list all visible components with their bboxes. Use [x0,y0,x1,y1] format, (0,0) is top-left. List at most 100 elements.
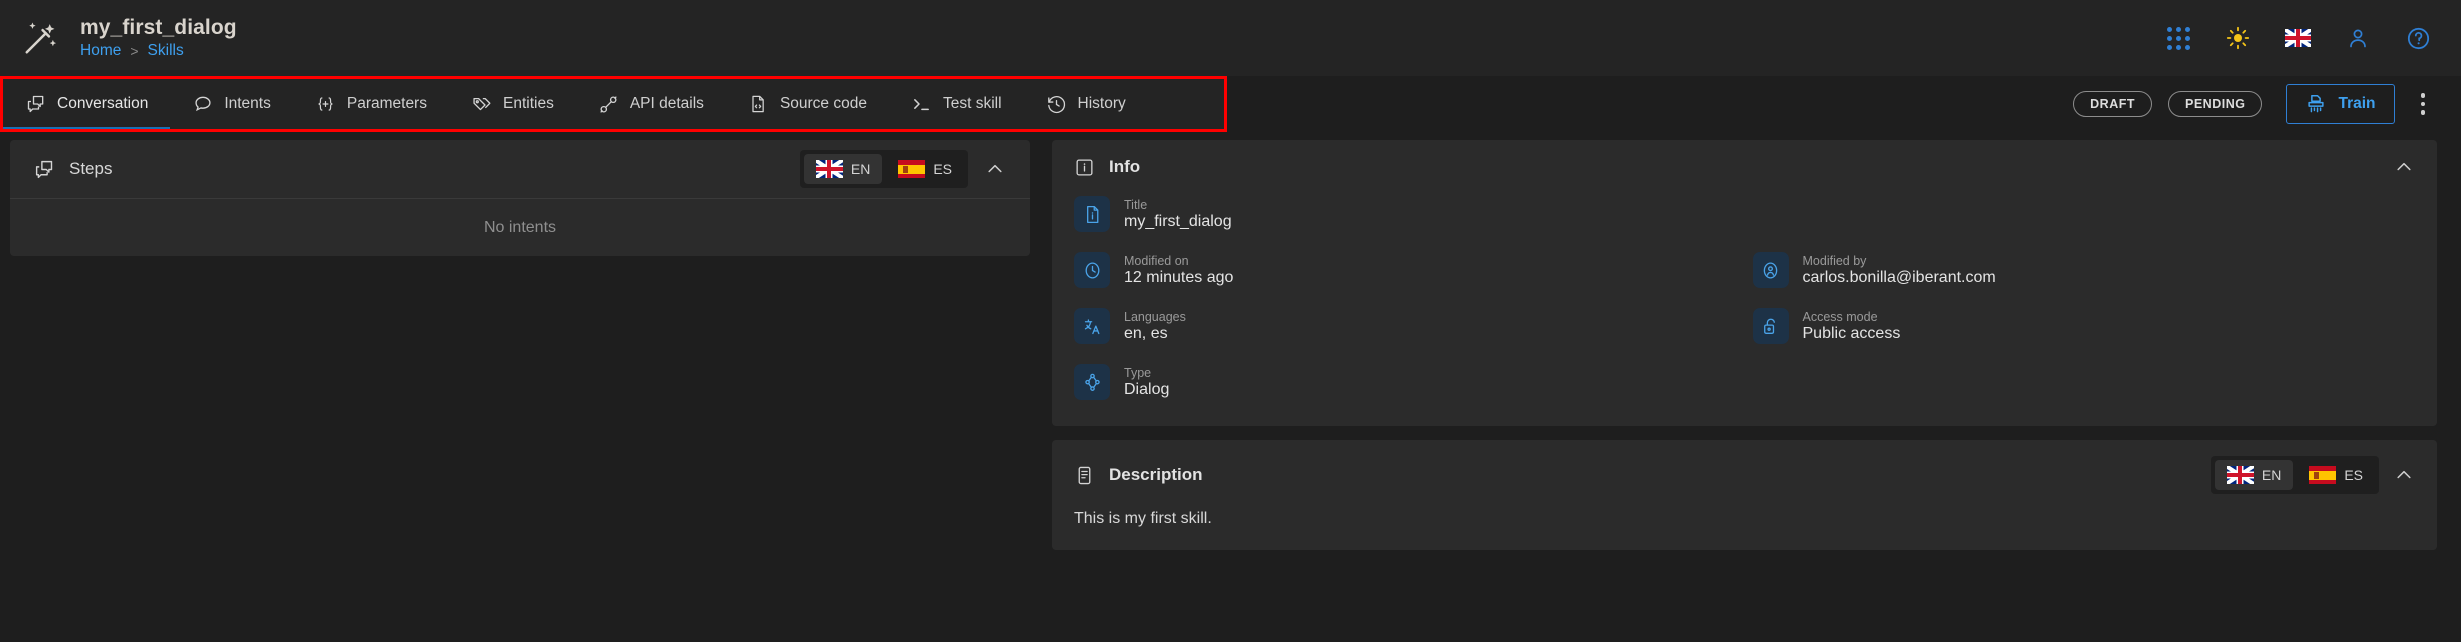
info-field-value: carlos.bonilla@iberant.com [1802,268,1996,286]
user-account-icon[interactable] [2345,25,2371,51]
info-box-icon [1074,157,1095,178]
train-shredder-icon [2305,93,2327,115]
tab-test-skill[interactable]: Test skill [889,79,1024,129]
info-title-group: Info [1074,157,1140,178]
info-collapse-chevron-up-icon[interactable] [2393,156,2415,178]
uk-flag-icon [2226,466,2254,484]
tab-label: Intents [224,95,271,112]
tab-api-details[interactable]: API details [576,79,726,129]
right-column: Info Title my_first_dialog Modified on 1… [1040,132,2461,642]
info-panel: Info Title my_first_dialog Modified on 1… [1052,140,2437,426]
steps-panel-header: Steps EN ES [10,140,1030,198]
breadcrumb-separator: > [130,43,139,59]
tab-bar-region: Conversation Intents Parameters Entities… [0,76,2461,132]
info-field-modified-on: Modified on 12 minutes ago [1074,246,1737,294]
description-language-toggle: EN ES [2210,456,2379,494]
steps-title-group: Steps [34,159,112,180]
language-code: ES [933,161,952,177]
spain-flag-icon [898,160,926,178]
description-title: Description [1109,465,1203,484]
steps-language-en[interactable]: EN [803,154,883,184]
steps-language-toggle: EN ES [799,150,968,188]
help-icon[interactable] [2405,25,2431,51]
spain-flag-icon [2309,466,2337,484]
info-field-label: Access mode [1802,309,1878,324]
info-field-languages: Languages en, es [1074,302,1737,350]
chat-bubble-icon [192,94,213,115]
clock-icon [1074,252,1110,288]
tab-label: Conversation [57,95,149,112]
language-code: EN [2261,467,2282,483]
kebab-menu-icon[interactable] [2411,87,2436,121]
apps-grid-icon[interactable] [2165,25,2191,51]
description-language-en[interactable]: EN [2214,460,2294,490]
tab-parameters[interactable]: Parameters [293,79,449,129]
description-collapse-chevron-up-icon[interactable] [2393,464,2415,486]
tab-entities[interactable]: Entities [449,79,576,129]
info-field-access-mode: Access mode Public access [1752,302,2416,350]
info-field-label: Title [1124,197,1148,212]
top-bar-actions [2165,25,2431,51]
info-field-label: Languages [1124,309,1186,324]
left-column: Steps EN ES No intents [0,132,1040,642]
train-label: Train [2338,95,2376,112]
breadcrumb-skills[interactable]: Skills [148,42,184,60]
steps-panel: Steps EN ES No intents [10,140,1030,256]
steps-empty-state: No intents [10,198,1030,256]
tags-icon [471,94,492,115]
top-bar: my_first_dialog Home > Skills [0,0,2461,76]
info-fields-grid: Title my_first_dialog Modified on 12 min… [1052,182,2437,426]
info-field-value: en, es [1124,324,1168,342]
sun-theme-icon[interactable] [2225,25,2251,51]
description-panel: Description EN ES This is my first skill… [1052,440,2437,550]
user-badge-icon [1752,252,1789,288]
language-code: ES [2344,467,2363,483]
tab-history[interactable]: History [1024,79,1148,129]
curly-plus-icon [315,94,336,115]
chevron-up-icon[interactable] [984,158,1006,180]
description-title-group: Description [1074,465,1203,486]
tab-source-code[interactable]: Source code [726,79,889,129]
document-info-icon [1074,196,1110,232]
description-panel-header: Description EN ES [1052,440,2437,500]
tab-conversation[interactable]: Conversation [3,79,171,129]
page-title-block: my_first_dialog Home > Skills [80,16,237,60]
tab-label: History [1077,95,1126,112]
description-list-icon [1074,465,1095,486]
status-badge-draft[interactable]: DRAFT [2073,91,2152,117]
train-button[interactable]: Train [2286,84,2395,124]
info-field-value: my_first_dialog [1124,212,1232,230]
uk-flag-icon[interactable] [2285,25,2311,51]
breadcrumb: Home > Skills [80,42,237,60]
conversation-icon [25,94,46,115]
tab-label: Source code [779,95,867,112]
info-field-value: 12 minutes ago [1124,268,1234,286]
tab-intents[interactable]: Intents [170,79,293,129]
info-panel-header: Info [1052,140,2437,182]
conversation-icon [34,159,55,180]
description-language-es[interactable]: ES [2297,460,2375,490]
steps-language-es[interactable]: ES [886,154,964,184]
info-field-label: Modified by [1802,253,1867,268]
unlock-icon [1752,308,1789,344]
breadcrumb-home[interactable]: Home [80,42,121,60]
info-title: Info [1109,157,1141,176]
page-title: my_first_dialog [80,16,237,39]
language-code: EN [850,161,871,177]
description-header-actions: EN ES [2210,456,2415,494]
info-field-modified-by: Modified by carlos.bonilla@iberant.com [1752,246,2416,294]
main-content: Steps EN ES No intents Info Title my_fir… [0,132,2461,642]
node-tree-icon [1074,364,1110,400]
info-field-title: Title my_first_dialog [1074,190,2415,238]
uk-flag-icon [815,160,843,178]
history-clock-icon [1046,94,1067,115]
tab-strip-highlighted: Conversation Intents Parameters Entities… [0,76,1227,132]
status-badge-pending[interactable]: PENDING [2168,91,2263,117]
info-field-value: Dialog [1124,380,1170,398]
tab-list: Conversation Intents Parameters Entities… [3,79,1148,129]
info-field-label: Modified on [1124,253,1189,268]
tab-label: Parameters [346,95,427,112]
tab-label: Entities [502,95,554,112]
code-file-icon [748,94,769,115]
description-text: This is my first skill. [1074,510,1212,527]
